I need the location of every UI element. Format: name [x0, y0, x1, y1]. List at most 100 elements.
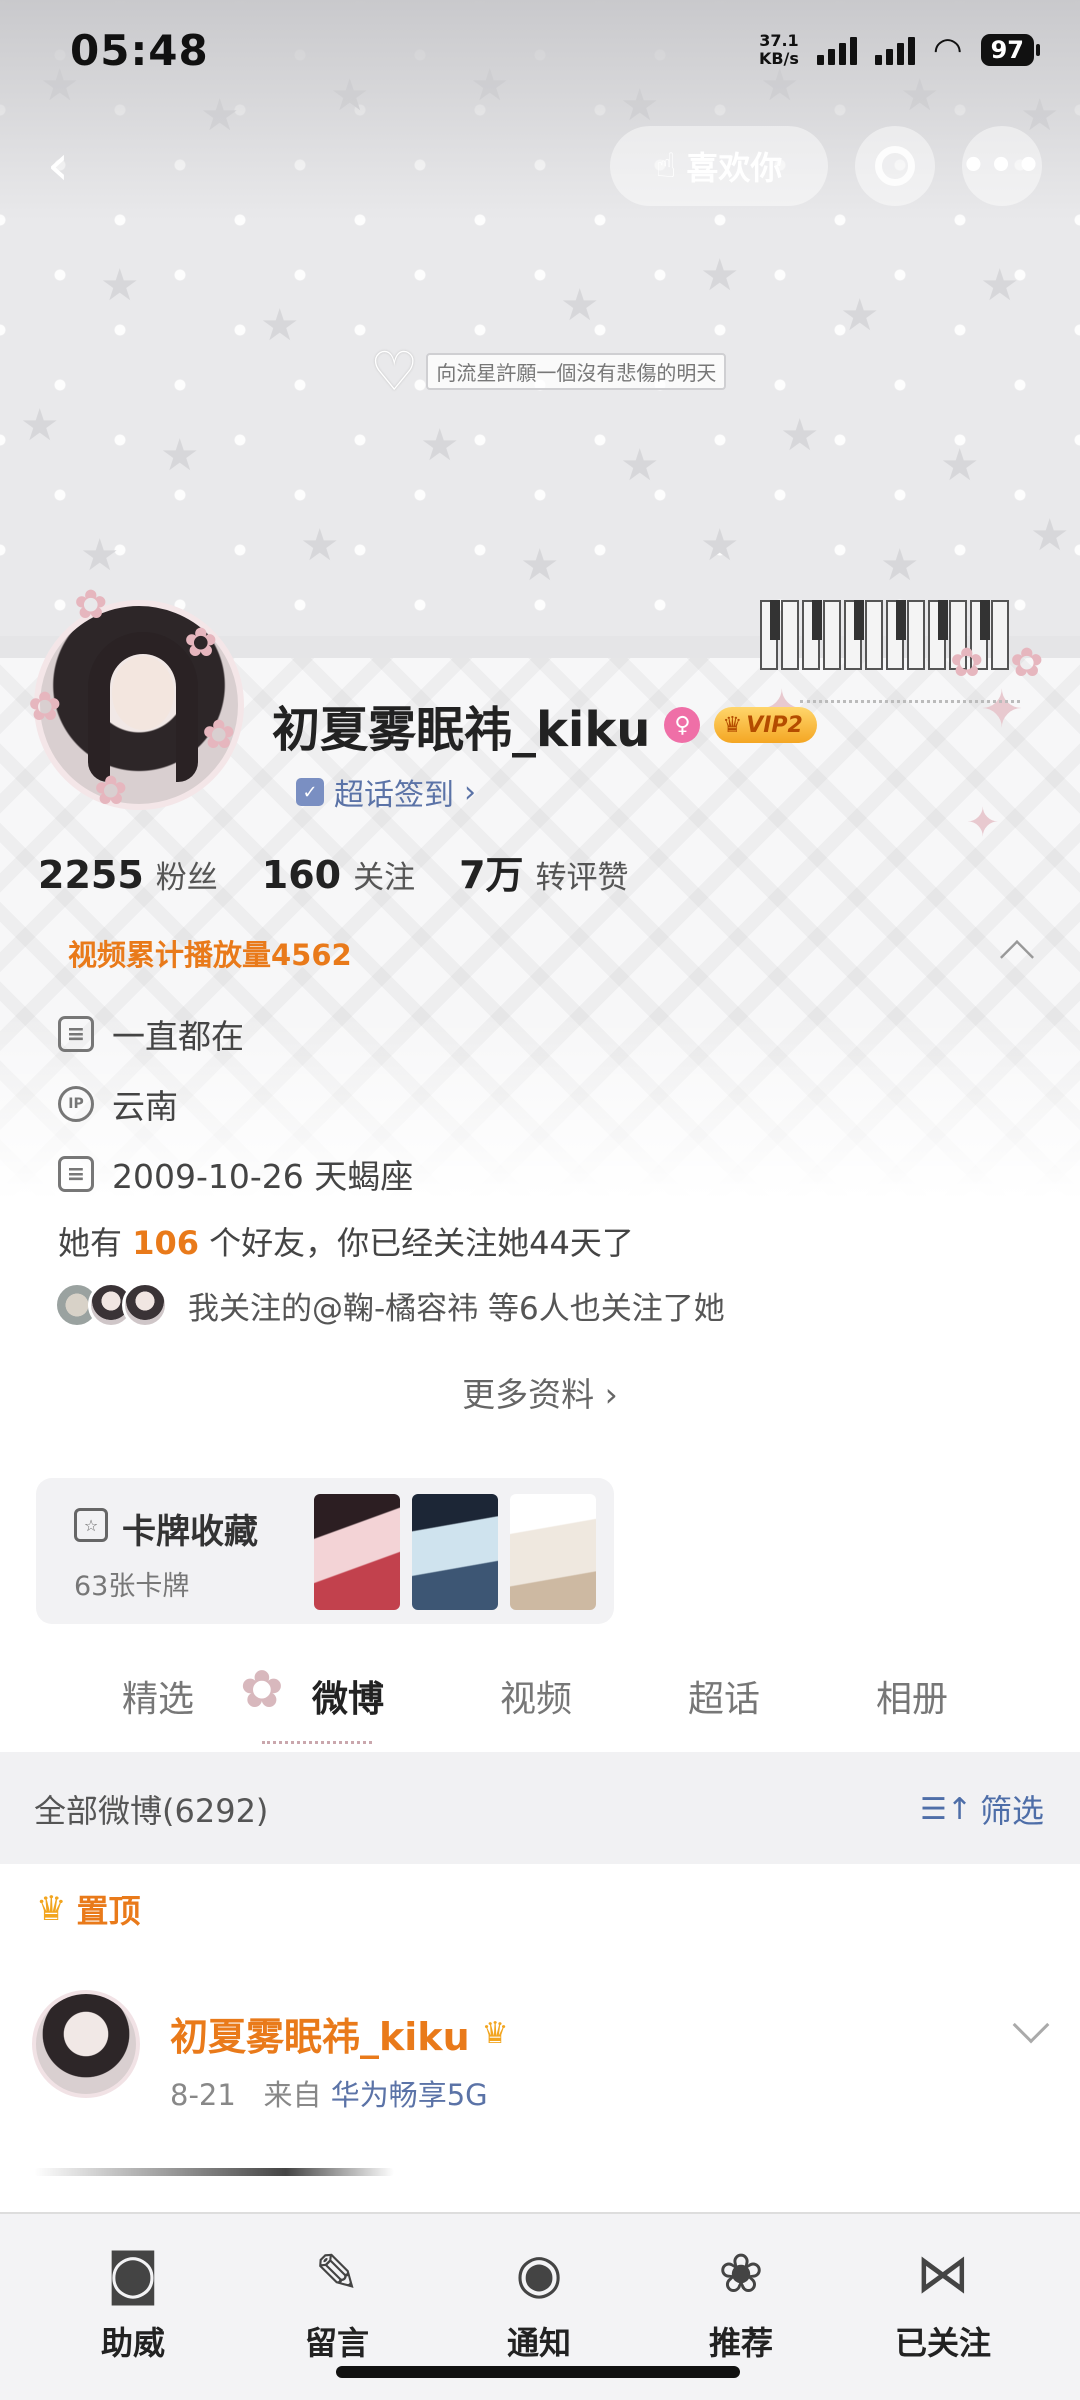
filter-label: 筛选	[979, 1792, 1044, 1830]
ip-icon: IP	[58, 1086, 94, 1122]
flower-decoration-icon: ✿	[202, 712, 236, 758]
hand-heart-icon: ☝	[655, 146, 677, 186]
stat-value: 2255	[38, 853, 144, 897]
recommend-label: 推荐	[708, 2324, 773, 2362]
post-date: 8-21	[170, 2078, 236, 2112]
ip-location-text: 云南	[112, 1087, 178, 1126]
star-decoration-icon: ✦	[980, 680, 1024, 740]
feed-header: 全部微博(6292) ☰↑ 筛选	[0, 1752, 1080, 1864]
roses-icon: ❀	[718, 2241, 764, 2305]
card-thumbnail[interactable]	[412, 1494, 498, 1610]
vip-label: VIP2	[746, 712, 803, 738]
post-meta: 8-21 来自 华为畅享5G	[170, 2072, 488, 2114]
star-decoration-icon: ✦	[966, 800, 1000, 846]
stat-fans[interactable]: 2255 粉丝	[38, 852, 218, 897]
crown-icon: ♛	[722, 712, 743, 738]
chevron-right-icon: ›	[464, 774, 476, 810]
back-chevron-icon: ‹	[46, 133, 70, 198]
battery-icon: 97	[980, 34, 1041, 66]
checkin-label: 超话签到	[334, 778, 454, 813]
username-row: 初夏雾眠祎_kiku ♀ ♛ VIP2	[272, 690, 817, 760]
post-source[interactable]: 华为畅享5G	[331, 2078, 488, 2112]
more-dots-icon: •••	[960, 143, 1044, 189]
cheer-button[interactable]: ◙ 助威	[58, 2232, 208, 2364]
stat-label: 关注	[353, 860, 416, 896]
username: 初夏雾眠祎_kiku	[272, 702, 651, 758]
card-collection-count: 63张卡牌	[74, 1571, 190, 1602]
post-divider-decoration	[34, 2168, 394, 2176]
network-speed-unit: KB/s	[758, 49, 799, 68]
back-button[interactable]: ‹	[30, 138, 86, 194]
stats-row: 2255 粉丝 160 关注 7万 转评赞	[38, 844, 629, 899]
speaker-icon: ◙	[106, 2241, 160, 2305]
chain-decoration	[800, 700, 1020, 703]
tab-featured[interactable]: 精选	[122, 1670, 194, 1722]
message-button[interactable]: ✎ 留言	[262, 2232, 412, 2364]
ring-icon	[875, 146, 915, 186]
flower-decoration-icon: ✿	[74, 582, 108, 628]
tab-super-topic[interactable]: 超话	[688, 1670, 760, 1722]
top-nav: ‹ ☝ 喜欢你 •••	[0, 124, 1080, 210]
avatar	[122, 1282, 168, 1328]
vip-badge[interactable]: ♛ VIP2	[714, 707, 817, 743]
post-author-name[interactable]: 初夏雾眠祎_kiku	[170, 2006, 470, 2061]
notify-button[interactable]: ◉ 通知	[464, 2232, 614, 2364]
status-time: 05:48	[70, 25, 209, 75]
stat-interactions[interactable]: 7万 转评赞	[459, 844, 628, 899]
calendar-check-icon: ✓	[296, 778, 324, 806]
profile-tabs: ✿ 精选 微博 视频 超话 相册	[0, 1640, 1080, 1750]
filter-button[interactable]: ☰↑ 筛选	[920, 1786, 1044, 1832]
birthday-line: 2009-10-26 天蝎座	[58, 1150, 413, 1198]
pinned-text: 置顶	[76, 1892, 141, 1930]
post-author-avatar[interactable]	[32, 1990, 140, 2098]
card-collection[interactable]: ☆ 卡牌收藏 63张卡牌	[36, 1478, 614, 1624]
female-gender-icon: ♀	[664, 707, 701, 743]
tab-video[interactable]: 视频	[500, 1670, 572, 1722]
flower-decoration-icon: ✿	[28, 684, 62, 730]
friends-count: 106	[132, 1224, 199, 1262]
chevron-down-icon[interactable]	[1012, 2006, 1050, 2044]
post-from-label: 来自	[263, 2078, 322, 2112]
friends-line: 她有 106 个好友，你已经关注她44天了	[58, 1218, 634, 1264]
signal-icon-2	[874, 35, 915, 65]
like-you-button[interactable]: ☝ 喜欢你	[610, 126, 828, 206]
profile-avatar[interactable]: ✿ ✿ ✿ ✿ ✿	[28, 582, 244, 814]
like-you-label: 喜欢你	[686, 149, 783, 187]
stat-label: 转评赞	[535, 860, 629, 896]
flower-decoration-icon: ✿	[94, 768, 128, 814]
tab-weibo[interactable]: 微博	[312, 1670, 384, 1722]
stat-value: 160	[261, 853, 342, 897]
mutual-follow-row[interactable]: 我关注的@鞠-橘容祎 等6人也关注了她	[54, 1282, 725, 1328]
following-button[interactable]: ⋈ 已关注	[868, 2232, 1018, 2364]
banner-quote: ♡ 向流星許願一個沒有悲傷的明天	[370, 340, 727, 403]
tab-underline-decoration	[262, 1730, 372, 1744]
card-thumbnail[interactable]	[510, 1494, 596, 1610]
friends-prefix: 她有	[58, 1224, 123, 1262]
recommend-button[interactable]: ❀ 推荐	[666, 2232, 816, 2364]
bio-text: 一直都在	[112, 1017, 244, 1056]
flower-decoration-icon: ✿	[1010, 640, 1044, 686]
signal-icon	[816, 35, 857, 65]
ip-location-line: IP 云南	[58, 1080, 178, 1128]
bow-icon: ⋈	[916, 2241, 970, 2305]
stat-label: 粉丝	[155, 860, 218, 896]
all-posts-count[interactable]: 全部微博(6292)	[34, 1786, 268, 1832]
video-plays-stat: 视频累计播放量4562	[68, 938, 352, 972]
tab-album[interactable]: 相册	[876, 1670, 948, 1722]
rose-decoration-icon: ✿	[240, 1660, 284, 1720]
ring-button[interactable]	[855, 126, 935, 206]
card-thumbnail[interactable]	[314, 1494, 400, 1610]
wifi-icon: ◠	[932, 30, 963, 70]
more-button[interactable]: •••	[960, 126, 1044, 206]
home-indicator[interactable]	[336, 2366, 740, 2378]
more-info-link[interactable]: 更多资料 ›	[0, 1368, 1080, 1416]
stat-following[interactable]: 160 关注	[262, 852, 415, 897]
flower-decoration-icon: ✿	[950, 640, 984, 686]
status-indicators: 37.1 KB/s ◠ 97	[758, 30, 1041, 70]
card-collection-title: 卡牌收藏	[122, 1512, 258, 1552]
super-topic-checkin[interactable]: ✓ 超话签到 ›	[296, 770, 476, 814]
crown-icon: ♛	[36, 1889, 67, 1929]
calendar-icon	[58, 1156, 94, 1192]
filter-icon: ☰↑	[919, 1791, 972, 1827]
message-label: 留言	[304, 2324, 369, 2362]
